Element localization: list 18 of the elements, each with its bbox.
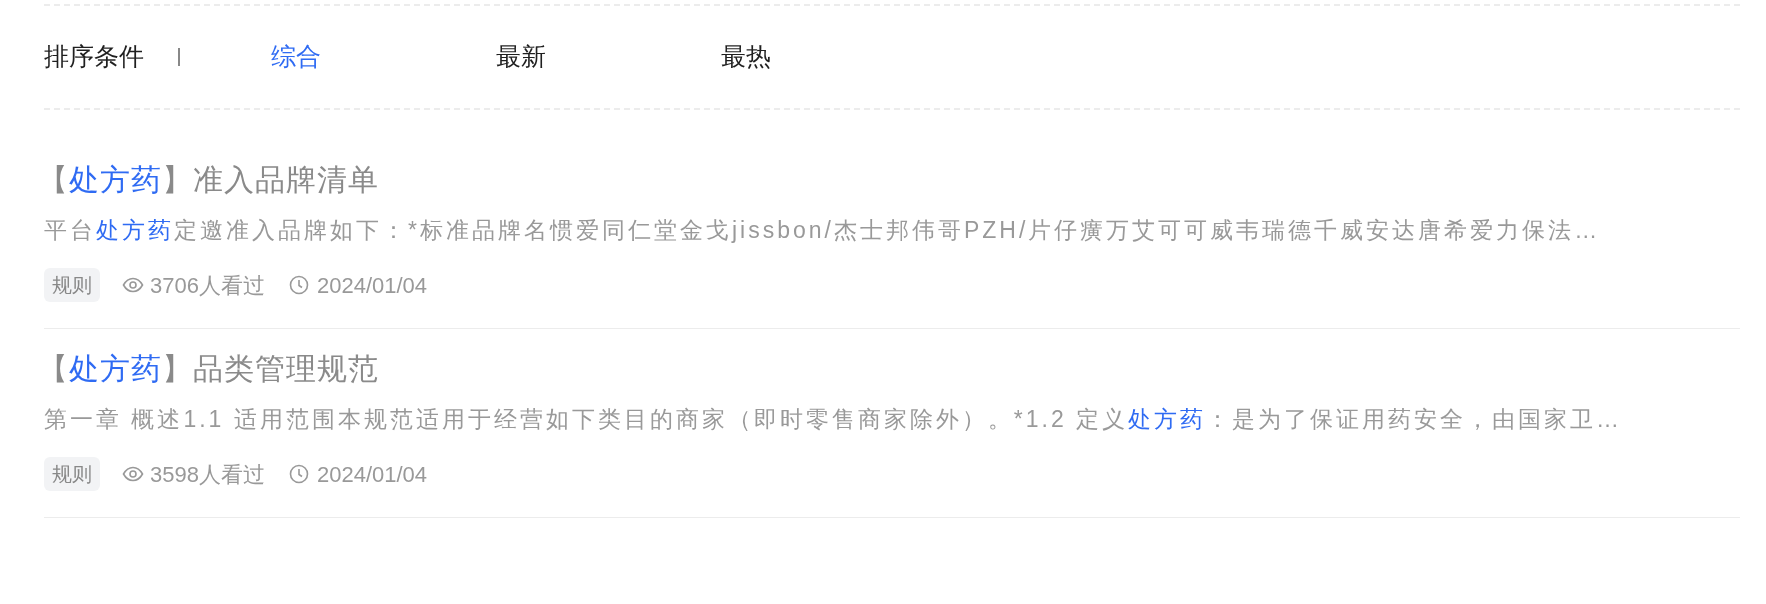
sort-tab[interactable]: 最新: [496, 38, 721, 76]
view-count: 3598人看过: [150, 460, 265, 489]
category-tag: 规则: [44, 268, 100, 302]
eye-icon: [122, 466, 144, 482]
eye-icon: [122, 277, 144, 293]
category-tag: 规则: [44, 457, 100, 491]
article-title[interactable]: 【处方药】准入品牌清单: [38, 160, 1740, 200]
clock-icon: [288, 275, 309, 295]
article-title[interactable]: 【处方药】品类管理规范: [38, 349, 1740, 389]
clock-icon: [288, 464, 309, 484]
article-summary: 平台 处方药定邀准入品牌如下：*标准品牌名惯爱同仁堂金戈jissbon/杰士邦伟哥PZH/片仔癀万艾可可威韦瑞德千威安达唐希爱力保法…: [44, 216, 1602, 245]
sort-label: 排序条件: [44, 41, 144, 73]
view-count: 3706人看过: [150, 271, 265, 300]
article-summary: 第一章 概述1.1 适用范围本规范适用于经营如下类目的商家（即时零售商家除外）。*1.2 定义处方药：是为了保证用药安全，由国家卫…: [44, 405, 1624, 434]
sort-tab[interactable]: 最热: [721, 38, 946, 76]
publish-date: 2024/01/04: [316, 271, 428, 300]
sort-tab[interactable]: 综合: [271, 38, 496, 76]
publish-date: 2024/01/04: [316, 460, 428, 489]
